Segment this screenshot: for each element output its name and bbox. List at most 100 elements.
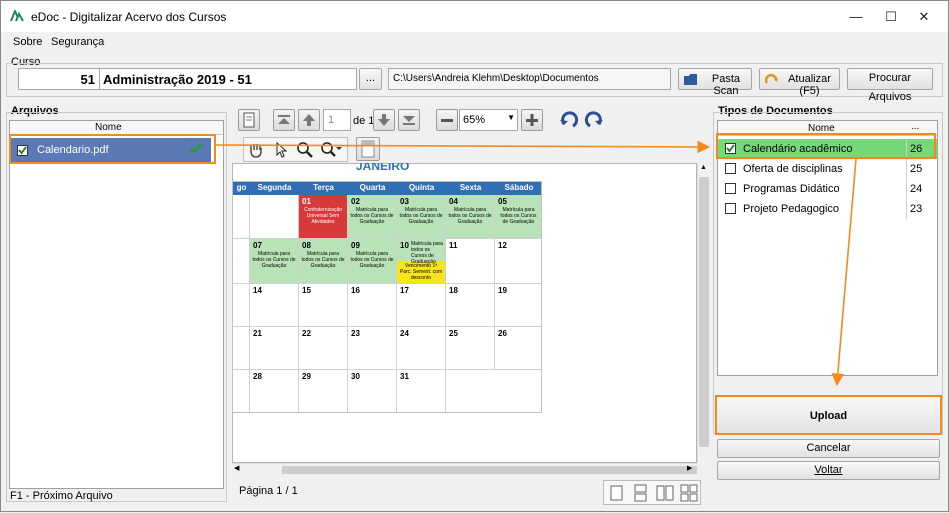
calendar-day-cell: 25 [446,327,495,370]
page-view-button[interactable] [356,137,380,161]
maximize-icon: ☐ [885,9,897,24]
document-icon [243,112,255,128]
calendar-title: JANEIRO [356,163,410,171]
first-page-button[interactable] [273,109,295,131]
next-file-hint: F1 - Próximo Arquivo [10,490,113,502]
horizontal-scrollbar[interactable]: ◀ ▶ [232,463,697,475]
close-icon: ✕ [918,9,930,24]
calendar-day-number: 26 [498,329,507,338]
minus-icon [441,119,453,122]
browse-course-button[interactable]: ... [359,68,382,90]
calendar-day-cell: 21 [250,327,299,370]
zoom-out-button[interactable] [436,109,458,131]
calendar-day-number: 15 [302,286,311,295]
column-divider [906,159,907,179]
zoom-menu-button[interactable] [319,140,343,160]
file-highlight-box [9,134,216,164]
folder-icon [684,74,697,85]
column-divider [906,179,907,199]
calendar-day-cell: 15 [299,284,348,327]
calendar-event-note: Matrícula para todos os Cursos de Gradua… [448,207,492,225]
next-page-button[interactable] [373,109,395,131]
calendar-day-number: 19 [498,286,507,295]
upload-button[interactable]: Upload [715,395,942,435]
calendar-day-cell: 26 [495,327,541,370]
document-type-row[interactable]: Oferta de disciplinas 25 [718,159,937,179]
procurar-arquivos-button[interactable]: Procurar Arquivos [847,68,933,103]
pasta-scan-button[interactable]: Pasta Scan [678,68,752,97]
page-number-value: 1 [328,114,335,126]
zoom-select[interactable]: 65% ▼ [459,109,518,131]
cancelar-button[interactable]: Cancelar [717,439,940,458]
vertical-scrollbar[interactable]: ▲ [697,163,710,463]
calendar-day-number: 03 [400,197,409,206]
menu-sobre[interactable]: Sobre [13,36,42,48]
horizontal-scroll-thumb[interactable] [282,466,697,474]
document-type-checkbox[interactable] [725,203,736,214]
continuous-page-icon[interactable] [632,484,650,502]
document-type-row[interactable]: Programas Didático 24 [718,179,937,199]
select-tool-button[interactable] [271,140,291,160]
rotate-right-button[interactable] [583,109,605,131]
chevron-down-icon: ▼ [507,113,515,122]
calendar-event-note: Matrícula para todos os Cursos de Gradua… [399,207,443,225]
calendar-day-number: 25 [449,329,458,338]
hand-icon [250,144,262,158]
zoom-value: 65% [463,114,486,126]
calendar-day-cell: 05 Matrícula para todos os Cursos de Grad… [495,195,541,239]
course-code-field[interactable]: 51 [18,68,100,90]
type-highlight-box [716,133,936,159]
two-page-continuous-icon[interactable] [680,484,698,502]
document-type-checkbox[interactable] [725,163,736,174]
calendar-day-number: 14 [253,286,262,295]
close-button[interactable]: ✕ [901,1,947,32]
calendar-day-number: 08 [302,241,311,250]
magnifier-dropdown-icon [321,142,342,157]
pan-tool-button[interactable] [246,140,266,160]
voltar-button[interactable]: Voltar [717,461,940,480]
refresh-icon [765,73,778,84]
calendar-day-number: 05 [498,197,507,206]
calendar-event-note: Matrícula para todos os Cursos de Gradua… [301,251,345,269]
single-page-icon[interactable] [608,484,626,502]
zoom-tool-button[interactable] [295,140,315,160]
calendar-day-cell: 04 Matrícula para todos os Cursos de Grad… [446,195,495,239]
scroll-right-icon: ▶ [687,465,693,472]
atualizar-button[interactable]: Atualizar (F5) [759,68,840,97]
document-type-count: 23 [910,203,923,215]
page-number-input[interactable]: 1 [323,109,351,131]
document-info-button[interactable] [238,109,260,131]
cursor-icon [276,141,288,158]
document-type-row[interactable]: Projeto Pedagogico 23 [718,199,937,219]
document-type-count: 24 [910,183,923,195]
vertical-scroll-thumb[interactable] [699,177,709,447]
calendar-event-note: Matrícula para todos os Cursos de Gradua… [500,207,537,225]
two-page-icon[interactable] [656,484,674,502]
calendar-day-cell: 07 Matrícula para todos os Cursos de Grad… [250,239,299,284]
documents-path-field[interactable]: C:\Users\Andreia Klehm\Desktop\Documento… [388,68,671,90]
calendar-day-number: 17 [400,286,409,295]
calendar-day-number: 24 [400,329,409,338]
files-list: Nome Calendario.pdf [9,120,224,489]
document-type-count: 25 [910,163,923,175]
previous-page-button[interactable] [298,109,320,131]
calendar-weekday-header: go Segunda Terça Quarta Quinta Sexta Sábado [233,182,541,195]
calendar-day-number: 12 [498,241,507,250]
plus-icon [526,114,538,126]
rotate-left-button[interactable] [558,109,580,131]
document-type-name: Programas Didático [743,183,840,195]
calendar-day-cell: 17 [397,284,446,327]
calendar-day-cell: 29 [299,370,348,412]
calendar-day-number: 10 [400,241,409,250]
arrow-up-icon [303,114,315,126]
atualizar-label: Atualizar (F5) [788,73,831,97]
document-type-checkbox[interactable] [725,183,736,194]
course-name-field[interactable]: Administração 2019 - 51 [99,68,357,90]
column-divider [906,199,907,219]
calendar-day-number: 28 [253,372,262,381]
zoom-in-button[interactable] [521,109,543,131]
menu-seguranca[interactable]: Segurança [51,36,104,48]
calendar-day-cell [250,195,299,239]
course-code-value: 51 [80,72,95,87]
last-page-button[interactable] [398,109,420,131]
